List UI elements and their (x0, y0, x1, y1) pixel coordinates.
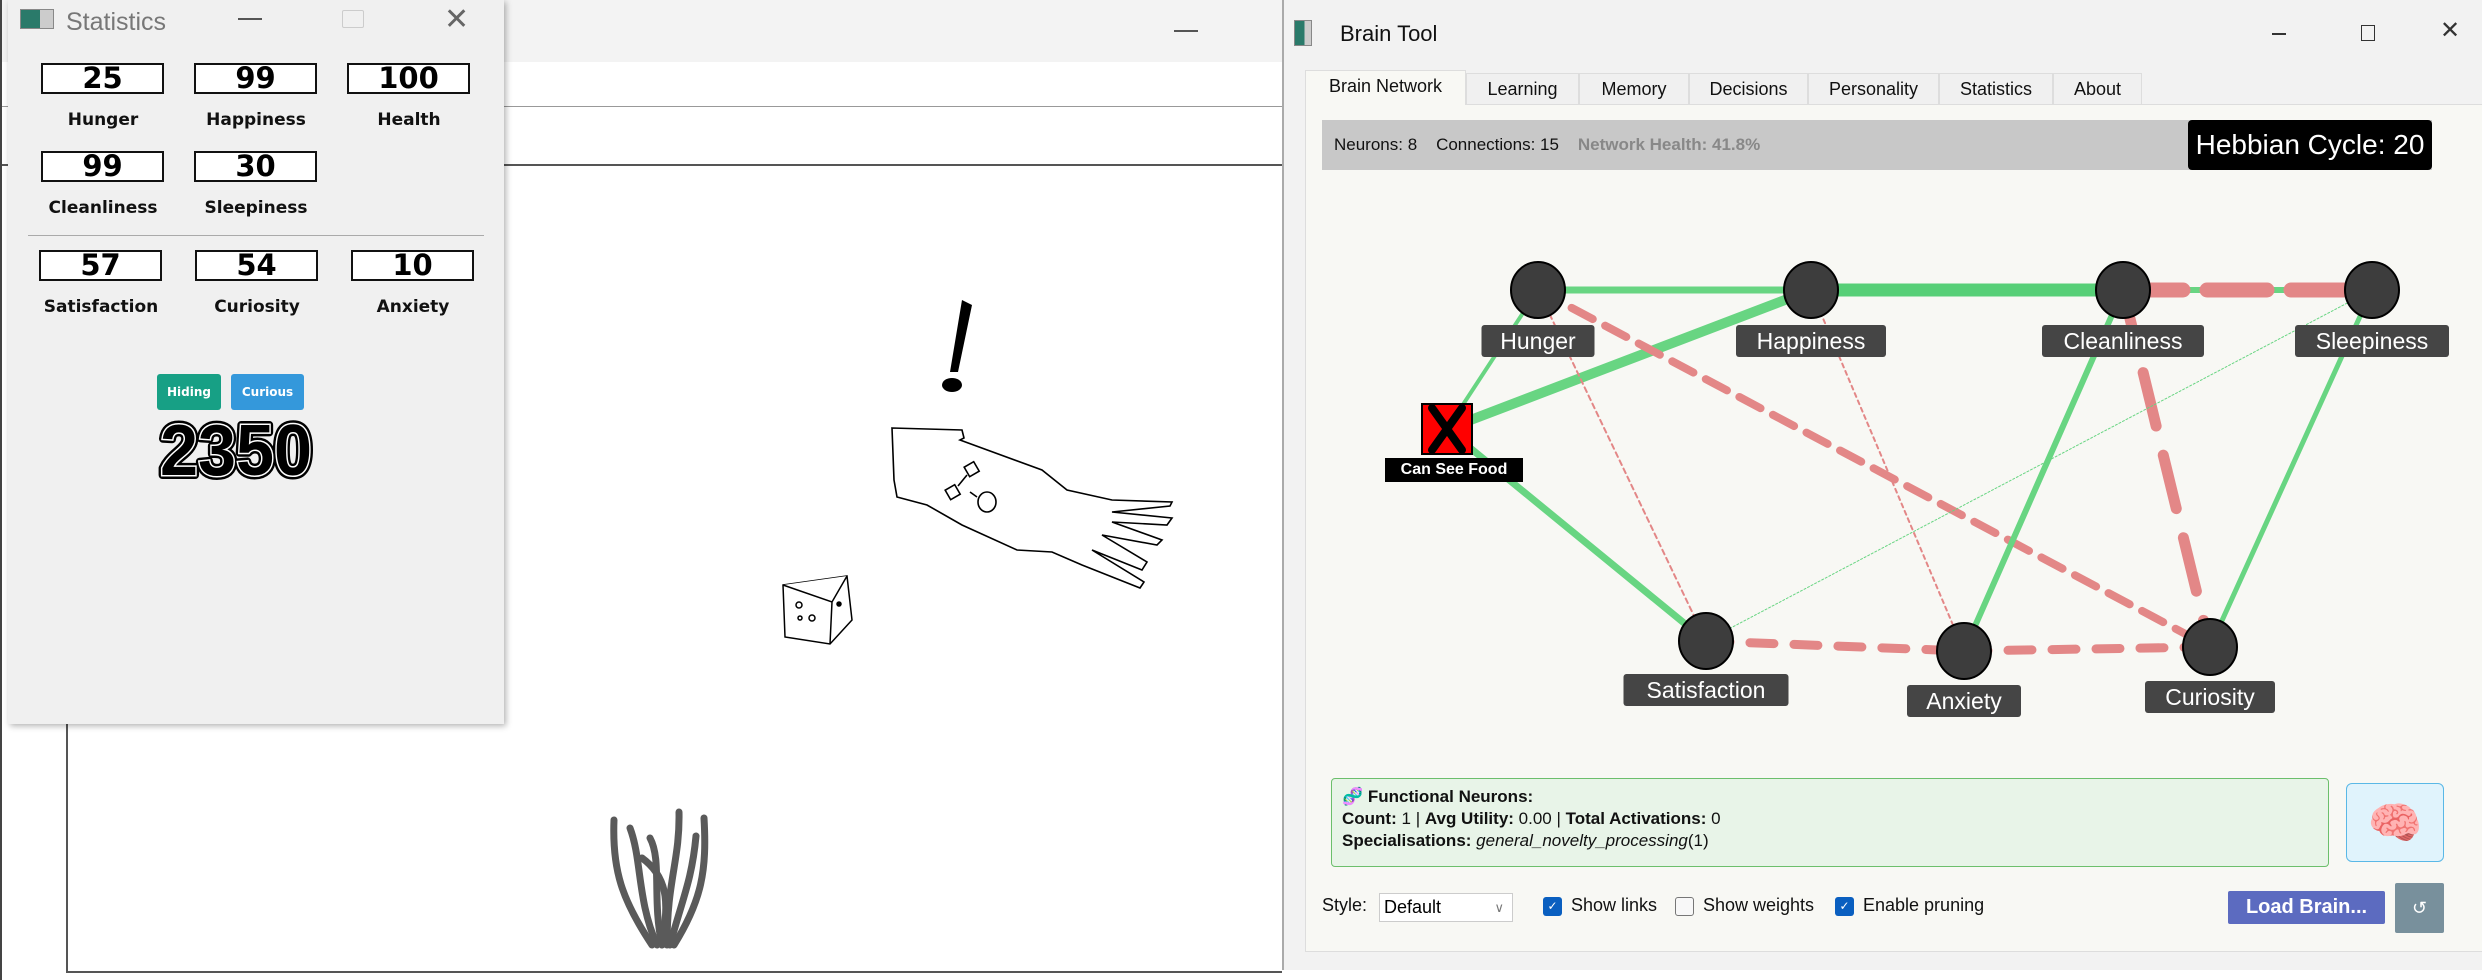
activations-value: 0 (1711, 809, 1720, 828)
neuron-label-curiosity: Curiosity (2145, 681, 2275, 713)
neuron-sleepiness[interactable] (2345, 262, 2399, 318)
chevron-down-icon: ∨ (1494, 894, 1504, 921)
dna-icon: 🧬 (1342, 787, 1363, 806)
neuron-curiosity[interactable] (2183, 619, 2237, 675)
sensor-label: Can See Food (1385, 458, 1523, 482)
load-brain-button[interactable]: Load Brain... (2228, 891, 2385, 924)
window-title: Statistics (66, 8, 166, 37)
utility-value: 0.00 (1519, 809, 1552, 828)
minimize-button[interactable] (238, 18, 262, 20)
neuron-label-cleanliness: Cleanliness (2042, 325, 2204, 357)
neuron-label-satisfaction: Satisfaction (1624, 674, 1789, 706)
health-value: 100 (347, 63, 470, 94)
curious-badge: Curious (231, 374, 304, 410)
squid[interactable] (892, 428, 1172, 588)
enable-pruning-label[interactable]: Enable pruning (1863, 895, 1984, 916)
cleanliness-label: Cleanliness (33, 198, 173, 218)
statistics-window: Statistics ✕ 25 99 100 Hunger Happiness … (8, 0, 504, 724)
neuron-label-sleepiness: Sleepiness (2295, 325, 2449, 357)
divider (28, 235, 484, 236)
cheese-food[interactable] (783, 576, 852, 644)
spec-label: Specialisations: (1342, 831, 1471, 850)
satisfaction-value: 57 (39, 250, 162, 281)
close-button[interactable]: ✕ (444, 2, 469, 37)
score-display: 2350 2350 (152, 418, 322, 482)
neuron-hunger[interactable] (1511, 262, 1565, 318)
app-icon (20, 9, 54, 29)
show-weights-label[interactable]: Show weights (1703, 895, 1814, 916)
satisfaction-label: Satisfaction (31, 297, 171, 317)
neuron-anxiety[interactable] (1937, 623, 1991, 679)
happiness-value: 99 (194, 63, 317, 94)
plant-decoration (614, 812, 705, 945)
neuron-cleanliness[interactable] (2096, 262, 2150, 318)
curiosity-value: 54 (195, 250, 318, 281)
count-value: 1 (1402, 809, 1411, 828)
spec-count: (1) (1688, 831, 1709, 850)
curiosity-label: Curiosity (187, 297, 327, 317)
style-label: Style: (1322, 895, 1367, 916)
show-links-checkbox[interactable]: ✓ (1543, 897, 1562, 916)
functional-heading: Functional Neurons: (1368, 787, 1533, 806)
cleanliness-value: 99 (41, 151, 164, 182)
functional-neurons-panel: 🧬 Functional Neurons: Count: 1 | Avg Uti… (1331, 778, 2329, 867)
health-label: Health (339, 110, 479, 130)
brain-network-graph[interactable] (1284, 0, 2482, 760)
neuron-label-anxiety: Anxiety (1907, 685, 2021, 717)
brain-tool-window: Brain Tool ✕ Brain Network Learning Memo… (1282, 0, 2482, 970)
sleepiness-label: Sleepiness (186, 198, 326, 218)
style-value: Default (1384, 897, 1441, 917)
hiding-badge: Hiding (157, 374, 221, 410)
spec-value: general_novelty_processing (1476, 831, 1688, 850)
maximize-button[interactable] (342, 10, 364, 28)
edge-anxiety-curiosity (1964, 647, 2210, 651)
exclamation-icon (942, 300, 972, 392)
brain-icon-button[interactable]: 🧠 (2346, 783, 2444, 862)
sensor-can-see-food-icon[interactable] (1422, 404, 1472, 454)
style-dropdown[interactable]: Default ∨ (1379, 893, 1513, 922)
show-links-label[interactable]: Show links (1571, 895, 1657, 916)
neuron-label-happiness: Happiness (1736, 325, 1886, 357)
reset-button[interactable]: ↺ (2395, 883, 2444, 933)
show-weights-checkbox[interactable] (1675, 897, 1694, 916)
neuron-label-hunger: Hunger (1482, 325, 1595, 357)
happiness-label: Happiness (186, 110, 326, 130)
score-value: 2350 (160, 418, 312, 482)
hunger-value: 25 (41, 63, 164, 94)
anxiety-label: Anxiety (343, 297, 483, 317)
brain-icon: 🧠 (2368, 799, 2423, 848)
edge-satisfaction-anxiety (1706, 641, 1964, 651)
hunger-label: Hunger (33, 110, 173, 130)
count-label: Count: (1342, 809, 1397, 828)
neuron-happiness[interactable] (1784, 262, 1838, 318)
anxiety-value: 10 (351, 250, 474, 281)
enable-pruning-checkbox[interactable]: ✓ (1835, 897, 1854, 916)
activations-label: Total Activations: (1566, 809, 1707, 828)
sleepiness-value: 30 (194, 151, 317, 182)
utility-label: Avg Utility: (1425, 809, 1514, 828)
neuron-satisfaction[interactable] (1679, 613, 1733, 669)
